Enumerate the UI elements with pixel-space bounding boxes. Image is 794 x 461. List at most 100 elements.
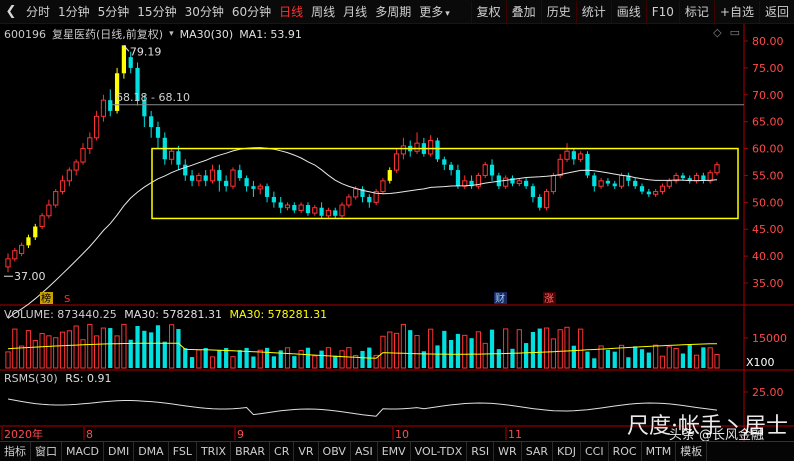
indicator-tab-16[interactable]: SAR	[522, 442, 554, 461]
period-tab-4[interactable]: 30分钟	[181, 1, 228, 23]
indicator-tab-18[interactable]: CCI	[581, 442, 609, 461]
volume-bar	[550, 338, 556, 369]
candle-body	[73, 161, 79, 171]
indicator-tab-8[interactable]: CR	[270, 442, 295, 461]
period-tab-10[interactable]: 更多 ▾	[415, 1, 454, 23]
candle-body	[653, 191, 659, 195]
indicator-tab-12[interactable]: EMV	[378, 442, 411, 461]
indicator-tab-21[interactable]: 模板	[676, 442, 708, 461]
volume-bar	[408, 330, 413, 368]
period-tab-9[interactable]: 多周期	[371, 1, 415, 23]
candle-body	[155, 127, 161, 138]
toolbar-action-4[interactable]: 画线	[610, 1, 646, 23]
candle-body	[414, 142, 420, 152]
volume-bar	[169, 324, 175, 369]
volume-bar	[257, 349, 263, 369]
candle-body	[176, 151, 181, 165]
indicator-tab-11[interactable]: ASI	[351, 442, 378, 461]
candle-body	[353, 188, 359, 198]
candle-body	[346, 196, 352, 206]
indicator-tab-17[interactable]: KDJ	[553, 442, 581, 461]
indicator-tab-9[interactable]: VR	[294, 442, 319, 461]
price-tick-label: 50.00	[752, 196, 784, 209]
toolbar-action-7[interactable]: +自选	[713, 1, 759, 23]
candle-body	[380, 180, 386, 193]
period-tab-6[interactable]: 日线	[275, 1, 307, 23]
toolbar-action-2[interactable]: 历史	[540, 1, 576, 23]
indicator-tab-2[interactable]: MACD	[62, 442, 104, 461]
period-tab-0[interactable]: 分时	[22, 1, 54, 23]
volume-bar	[80, 339, 86, 369]
volume-bar	[183, 348, 188, 368]
candle-body	[319, 207, 324, 216]
period-tab-2[interactable]: 5分钟	[94, 1, 134, 23]
candle-body	[100, 99, 107, 117]
volume-bar	[639, 349, 645, 368]
candle-body	[19, 244, 25, 254]
volume-bar	[428, 328, 434, 369]
toolbar-action-5[interactable]: F10	[645, 1, 679, 23]
candle-body	[585, 153, 590, 176]
indicator-tab-5[interactable]: FSL	[169, 442, 197, 461]
candle-body	[693, 174, 700, 182]
volume-bar	[666, 346, 672, 369]
volume-bar	[108, 328, 113, 368]
volume-bar	[687, 345, 692, 368]
indicator-tab-19[interactable]: ROC	[609, 442, 642, 461]
indicator-tab-6[interactable]: TRIX	[197, 442, 232, 461]
candle-body	[108, 100, 113, 111]
volume-tick-label: 15000	[752, 332, 787, 345]
indicator-tab-20[interactable]: MTM	[642, 442, 677, 461]
candle-body	[87, 137, 93, 150]
period-tab-1[interactable]: 1分钟	[54, 1, 94, 23]
indicator-tab-1[interactable]: 窗口	[31, 442, 62, 461]
volume-bar	[633, 346, 638, 368]
toolbar-action-6[interactable]: 标记	[678, 1, 714, 23]
period-tab-7[interactable]: 周线	[307, 1, 339, 23]
volume-bar	[693, 354, 700, 369]
indicator-tab-15[interactable]: WR	[494, 442, 522, 461]
volume-bar	[155, 325, 161, 368]
volume-bar	[346, 347, 352, 369]
toolbar-action-8[interactable]: 返回	[758, 1, 794, 23]
toolbar-action-3[interactable]: 统计	[575, 1, 611, 23]
volume-bar	[659, 355, 666, 369]
candle-body	[543, 191, 550, 209]
volume-bar	[271, 356, 276, 368]
period-tab-8[interactable]: 月线	[339, 1, 371, 23]
volume-bar	[305, 347, 311, 368]
chart-canvas[interactable]: 80.00 75.00 70.00 65.00 60.00 55.00 50.00 45.00…	[0, 24, 794, 441]
period-tab-3[interactable]: 15分钟	[133, 1, 180, 23]
volume-bar	[292, 356, 297, 368]
candle-body	[564, 150, 570, 160]
indicator-tab-13[interactable]: VOL-TDX	[411, 442, 468, 461]
indicator-tab-7[interactable]: BRAR	[231, 442, 271, 461]
volume-bar	[537, 328, 542, 368]
indicator-tab-3[interactable]: DMI	[104, 442, 135, 461]
volume-bar	[435, 345, 440, 368]
candle-body	[633, 180, 638, 187]
indicator-tab-10[interactable]: OBV	[319, 442, 351, 461]
volume-bar	[59, 331, 66, 369]
volume-bar	[264, 347, 270, 368]
volume-bar	[524, 343, 529, 368]
volume-labels: VOLUME: 873440.25 MA30: 578281.31 MA30: …	[4, 308, 327, 321]
volume-bar	[128, 339, 133, 368]
toolbar-action-0[interactable]: 复权	[470, 1, 506, 23]
candle-body	[646, 191, 651, 195]
candle-body	[571, 151, 576, 160]
volume-ma30-yellow: MA30: 578281.31	[229, 308, 328, 321]
period-tab-5[interactable]: 60分钟	[228, 1, 275, 23]
indicator-tab-0[interactable]: 指标	[0, 442, 31, 461]
volume-bar	[325, 347, 332, 369]
volume-bar	[196, 349, 202, 369]
indicator-tab-4[interactable]: DMA	[134, 442, 169, 461]
volume-bar	[571, 345, 576, 368]
back-button[interactable]: ❮	[0, 1, 22, 23]
volume-bar	[585, 351, 590, 368]
candle-body	[244, 178, 249, 187]
candle-body	[196, 174, 202, 182]
indicator-tab-14[interactable]: RSI	[467, 442, 495, 461]
candle-body	[367, 196, 372, 203]
toolbar-action-1[interactable]: 叠加	[505, 1, 541, 23]
